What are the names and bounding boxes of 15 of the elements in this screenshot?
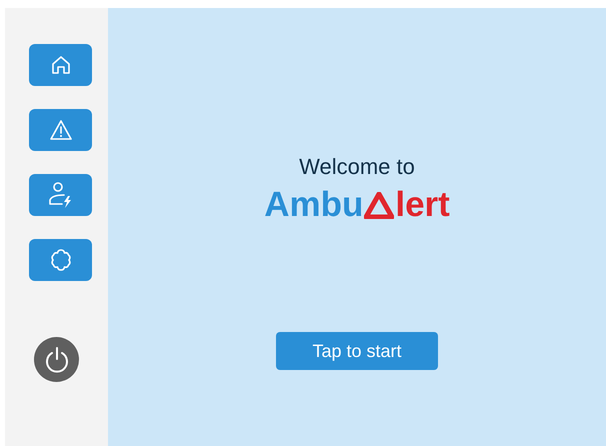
sidebar-button[interactable] [29,239,92,281]
settings-icon [48,248,72,272]
sidebar-button[interactable] [29,174,92,216]
welcome-heading: Welcome to [299,154,415,180]
power-button[interactable] [34,337,79,382]
warning-icon [48,119,72,141]
power-icon [44,346,70,374]
logo-text: Ambu [264,186,364,224]
triangle-logo-icon [364,192,394,219]
home-icon [50,54,72,76]
logo-text: lert [395,186,450,224]
sidebar-button[interactable] [29,44,92,86]
start-button[interactable]: Tap to start [276,332,438,370]
person-bolt-icon [48,182,74,208]
sidebar-button[interactable] [29,109,92,151]
